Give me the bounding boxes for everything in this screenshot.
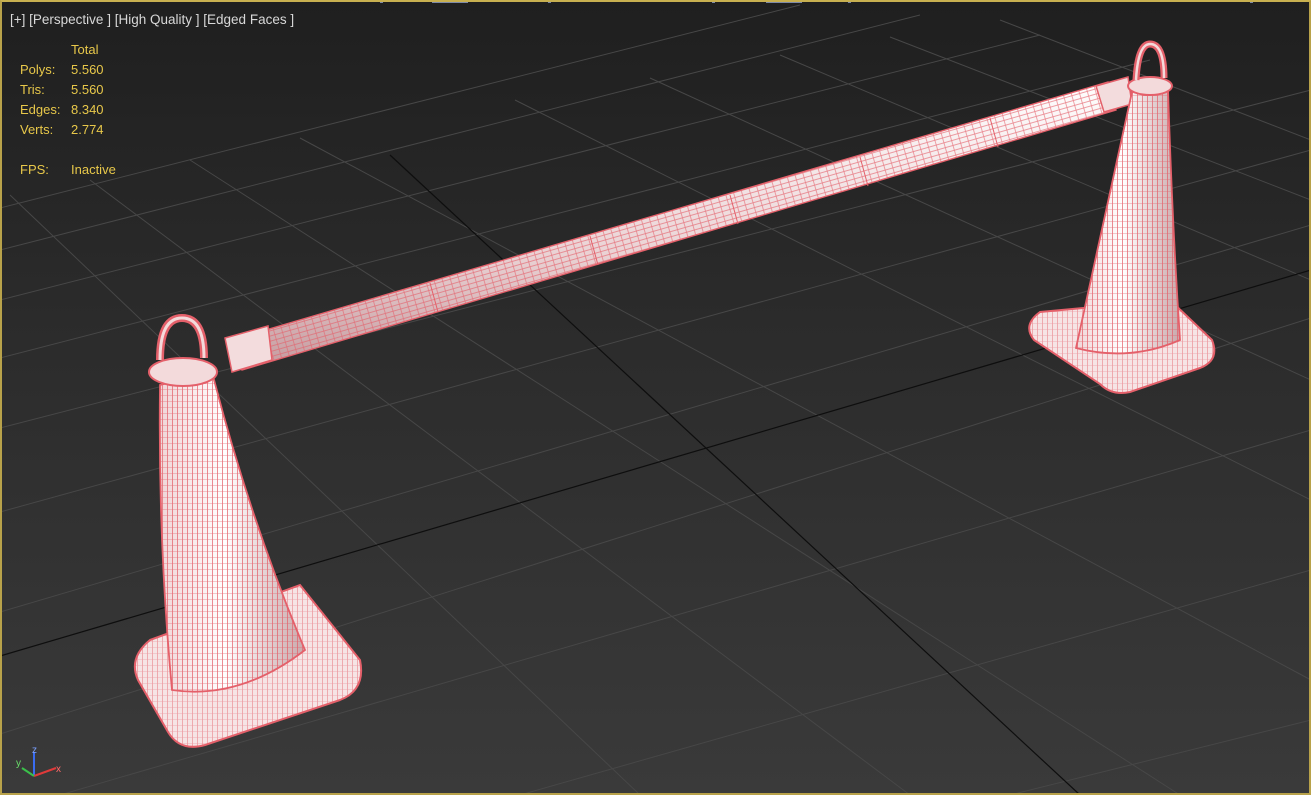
perspective-viewport[interactable]: z x y [+] [Perspective ] [High Quality ]… xyxy=(0,0,1311,795)
stats-header: Total xyxy=(71,42,99,57)
stats-row-tris: Tris: 5.560 xyxy=(20,80,104,100)
viewport-menu-shading[interactable]: [High Quality ] xyxy=(115,12,200,27)
stats-value: 8.340 xyxy=(71,102,104,117)
viewport-menu-plus[interactable]: [+] xyxy=(10,12,25,27)
stats-row-fps: FPS: Inactive xyxy=(20,160,116,180)
stats-value: 5.560 xyxy=(71,82,104,97)
statistics-overlay: Total Polys: 5.560 Tris: 5.560 Edges: 8.… xyxy=(20,40,116,180)
fps-label: FPS: xyxy=(20,162,49,177)
viewport-labels: [+] [Perspective ] [High Quality ] [Edge… xyxy=(10,12,294,27)
barrier-pole[interactable] xyxy=(224,76,1133,373)
stats-row-edges: Edges: 8.340 xyxy=(20,100,104,120)
axis-label-y: y xyxy=(16,758,21,769)
stats-label: Verts: xyxy=(20,122,54,137)
fps-value: Inactive xyxy=(71,162,116,177)
viewport-menu-view[interactable]: [Perspective ] xyxy=(29,12,111,27)
viewport-menu-faces[interactable]: [Edged Faces ] xyxy=(203,12,294,27)
left-traffic-cone[interactable] xyxy=(134,313,362,748)
stats-label: Edges: xyxy=(20,102,61,117)
axis-label-z: z xyxy=(32,745,37,756)
stats-row-verts: Verts: 2.774 xyxy=(20,120,104,140)
stats-value: 5.560 xyxy=(71,62,104,77)
stats-value: 2.774 xyxy=(71,122,104,137)
axis-label-x: x xyxy=(56,764,61,775)
stats-label: Tris: xyxy=(20,82,45,97)
stats-row-polys: Polys: 5.560 xyxy=(20,60,104,80)
scene-canvas[interactable]: z x y xyxy=(0,0,1311,795)
axis-tripod: z x y xyxy=(16,745,61,777)
stats-label: Polys: xyxy=(20,62,56,77)
